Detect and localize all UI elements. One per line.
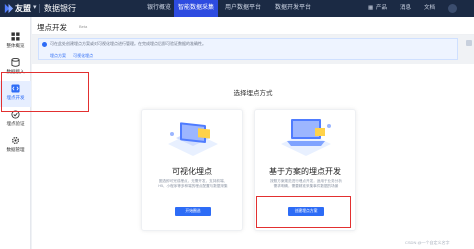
grid-icon: [11, 32, 20, 41]
brand-name[interactable]: 友盟: [15, 3, 31, 14]
laptop-illustration-icon: [281, 119, 331, 156]
page-header: 埋点开发 Beta: [32, 17, 474, 35]
info-banner: 可在此处创建埋点方案或对可视化埋点进行管理。在完成埋点后即可验证数据的准确性。 …: [38, 38, 458, 60]
topbar-grid-icon[interactable]: ▦: [368, 0, 373, 17]
info-link-plan[interactable]: 埋点方案: [50, 53, 66, 58]
watermark: CSDN @一个自定义名字: [405, 240, 450, 245]
info-text: 可在此处创建埋点方案或对可视化埋点进行管理。在完成埋点后即可验证数据的准确性。: [50, 41, 206, 46]
sidebar-item-label: 数据管理: [6, 147, 25, 152]
card-visual-tracking[interactable]: 可视化埋点 圈选即可完成埋点，无需开发，支持前端、H5、小程序等多种端的埋点配置…: [141, 109, 243, 231]
beta-badge: Beta: [79, 24, 88, 29]
brand-switch-icon[interactable]: ▾: [33, 3, 37, 11]
info-links: 埋点方案 可视化埋点: [50, 53, 99, 59]
nav-data-dev-platform[interactable]: 数据开发平台: [272, 0, 314, 17]
rail-tool-icon[interactable]: [466, 40, 472, 46]
nav-smart-collection[interactable]: 智能数据采集: [174, 0, 218, 17]
main-panel: 选择埋点方式 可视化埋点 圈选即可完成埋点，无需开发，支持前端、H5、小程序等多…: [32, 64, 474, 249]
topbar-docs[interactable]: 文档: [424, 0, 435, 17]
product-name[interactable]: 数据银行: [44, 3, 76, 14]
page-title: 埋点开发: [37, 23, 67, 32]
user-avatar[interactable]: [448, 4, 457, 13]
card-description: 圈选即可完成埋点，无需开发，支持前端、H5、小程序等多种端的埋点配置与数据采集: [158, 179, 228, 188]
nav-overview[interactable]: 银行概览: [145, 0, 173, 17]
topbar-divider: [39, 4, 40, 13]
highlight-box-sidebar: [1, 72, 89, 112]
section-title: 选择埋点方式: [233, 90, 273, 97]
start-circle-select-button[interactable]: 开始圈选: [175, 207, 211, 216]
sidebar-item-overview[interactable]: 整体概览: [0, 29, 31, 55]
database-icon: [11, 58, 20, 67]
monitor-illustration-icon: [168, 122, 218, 156]
sidebar-item-label: 整体概览: [6, 43, 25, 48]
sidebar-item-data-manage[interactable]: 数据管理: [0, 133, 31, 159]
card-title: 可视化埋点: [172, 167, 212, 176]
card-title: 基于方案的埋点开发: [269, 167, 341, 176]
top-bar: 友盟 ▾ 数据银行 银行概览 智能数据采集 用户数据平台 数据开发平台 ▦ 产品…: [0, 0, 474, 17]
info-icon: [42, 42, 47, 47]
topbar-messages[interactable]: 消息: [400, 0, 411, 17]
highlight-box-create-button: [256, 196, 351, 228]
umeng-logo-icon: [4, 3, 14, 14]
topbar-products[interactable]: 产品: [376, 0, 387, 17]
gear-icon: [11, 136, 20, 145]
info-link-visual[interactable]: 可视化埋点: [73, 53, 93, 58]
sidebar-item-label: 埋点验证: [6, 121, 25, 126]
nav-user-data-platform[interactable]: 用户数据平台: [222, 0, 264, 17]
sidebar: 整体概览 数据接入 埋点开发 埋点验证 数据管理: [0, 17, 31, 249]
card-description: 按照方案规范进行埋点开发，适用于业务分析需求明确，需要精准采集事件数据的场景: [270, 179, 342, 188]
